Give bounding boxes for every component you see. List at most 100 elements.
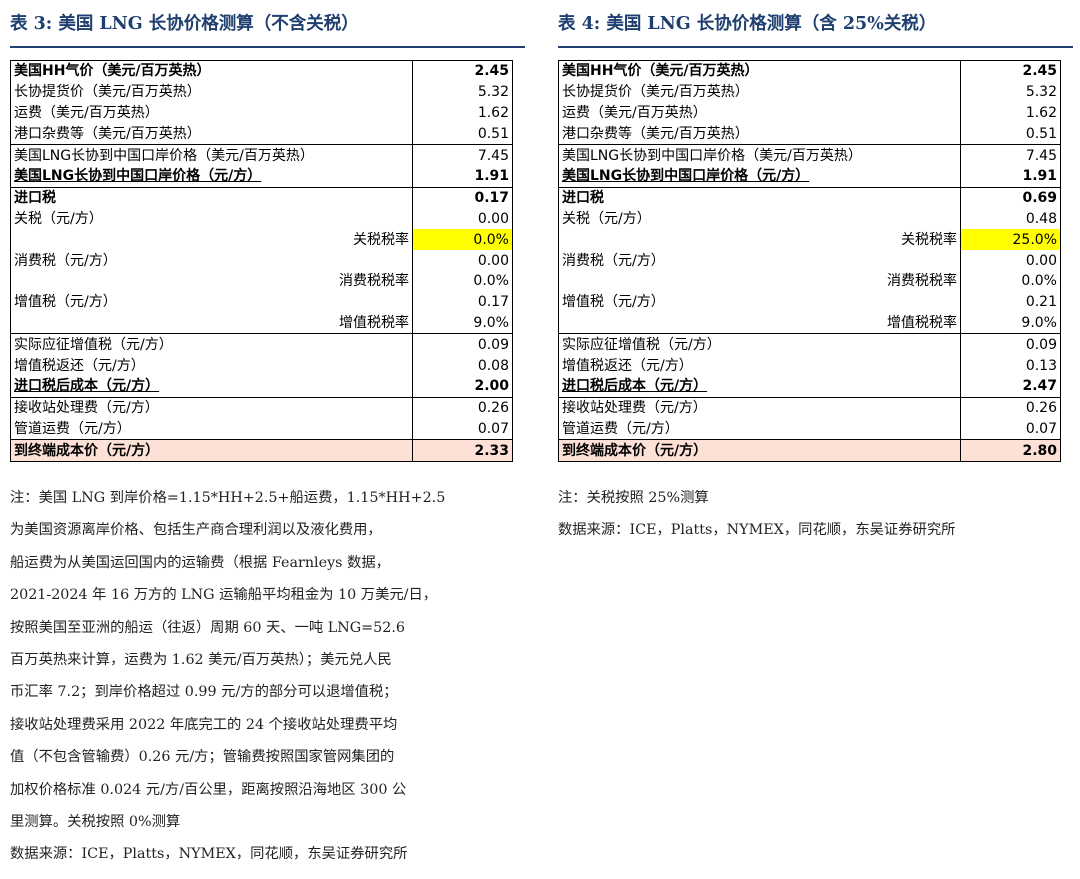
row-label: 美国LNG长协到中国口岸价格（美元/百万英热） <box>10 144 413 166</box>
row-value: 0.00 <box>412 208 513 230</box>
title-rule <box>10 46 525 48</box>
note-line: 值（不包含管输费）0.26 元/方；管输费按照国家管网集团的 <box>10 749 395 766</box>
row-label: 接收站处理费（元/方） <box>558 396 961 419</box>
table-row: 关税（元/方） 0.48 <box>558 208 1061 230</box>
table-4-notes: 注：关税按照 25%测算 数据来源：ICE，Platts，NYMEX，同花顺，东… <box>558 482 1063 547</box>
row-label: 管道运费（元/方） <box>558 418 961 440</box>
row-value: 0.00 <box>412 250 513 271</box>
row-label: 美国LNG长协到中国口岸价格（美元/百万英热） <box>558 144 961 166</box>
table-row: 进口税后成本（元/方） 2.00 <box>10 375 513 398</box>
table-row: 增值税（元/方） 0.17 <box>10 291 513 313</box>
table-row: 关税税率 25.0% <box>558 229 1061 251</box>
table-row: 进口税 0.69 <box>558 186 1061 209</box>
row-value: 2.45 <box>960 59 1061 82</box>
table-row: 消费税税率 0.0% <box>10 270 513 292</box>
table-row: 港口杂费等（美元/百万英热） 0.51 <box>558 123 1061 145</box>
row-value: 0.17 <box>412 291 513 313</box>
table-row: 美国HH气价（美元/百万英热） 2.45 <box>558 59 1061 82</box>
row-value: 1.62 <box>412 102 513 124</box>
row-label: 消费税（元/方） <box>558 250 961 271</box>
title-rule <box>558 46 1073 48</box>
row-label: 管道运费（元/方） <box>10 418 413 440</box>
row-label: 关税税率 <box>558 229 961 251</box>
table-row: 消费税（元/方） 0.00 <box>10 250 513 271</box>
row-value: 2.45 <box>412 59 513 82</box>
row-label: 进口税后成本（元/方） <box>10 375 413 398</box>
row-label: 增值税返还（元/方） <box>10 355 413 376</box>
row-value: 0.13 <box>960 355 1061 376</box>
table-4-title: 表 4: 美国 LNG 长协价格测算（含 25%关税） <box>558 14 937 34</box>
row-label: 消费税税率 <box>558 270 961 292</box>
row-label: 港口杂费等（美元/百万英热） <box>10 123 413 145</box>
row-value: 0.09 <box>960 333 1061 356</box>
row-value: 7.45 <box>960 144 1061 166</box>
row-label: 关税（元/方） <box>10 208 413 230</box>
table-3-title: 表 3: 美国 LNG 长协价格测算（不含关税） <box>10 14 359 34</box>
note-line: 加权价格标准 0.024 元/方/百公里，距离按照沿海地区 300 公 <box>10 781 407 798</box>
table-row: 长协提货价（美元/百万英热） 5.32 <box>558 81 1061 103</box>
table-row: 增值税税率 9.0% <box>10 312 513 334</box>
row-label: 增值税返还（元/方） <box>558 355 961 376</box>
row-label: 到终端成本价（元/方） <box>558 439 961 463</box>
row-value: 2.47 <box>960 375 1061 398</box>
source-line: 数据来源：ICE，Platts，NYMEX，同花顺，东吴证券研究所 <box>558 522 956 539</box>
row-value: 0.07 <box>960 418 1061 440</box>
row-label: 美国HH气价（美元/百万英热） <box>10 59 413 82</box>
row-value: 5.32 <box>412 81 513 103</box>
table-row: 美国LNG长协到中国口岸价格（元/方） 1.91 <box>558 165 1061 188</box>
table-row: 增值税（元/方） 0.21 <box>558 291 1061 313</box>
row-label: 实际应征增值税（元/方） <box>10 333 413 356</box>
row-value: 5.32 <box>960 81 1061 103</box>
row-value: 0.17 <box>412 186 513 209</box>
table-row: 消费税税率 0.0% <box>558 270 1061 292</box>
row-value: 0.21 <box>960 291 1061 313</box>
note-line: 为美国资源离岸价格、包括生产商合理利润以及液化费用， <box>10 522 382 539</box>
row-label: 消费税税率 <box>10 270 413 292</box>
table-row: 到终端成本价（元/方） 2.33 <box>10 439 513 463</box>
note-line: 接收站处理费采用 2022 年底完工的 24 个接收站处理费平均 <box>10 716 398 733</box>
row-value: 0.0% <box>412 270 513 292</box>
row-label: 长协提货价（美元/百万英热） <box>10 81 413 103</box>
table-row: 港口杂费等（美元/百万英热） 0.51 <box>10 123 513 145</box>
row-label: 美国HH气价（美元/百万英热） <box>558 59 961 82</box>
row-value: 9.0% <box>960 312 1061 334</box>
row-value: 0.09 <box>412 333 513 356</box>
row-value: 0.0% <box>412 229 513 251</box>
table-row: 增值税税率 9.0% <box>558 312 1061 334</box>
row-label: 增值税税率 <box>558 312 961 334</box>
row-value: 0.00 <box>960 250 1061 271</box>
row-value: 0.26 <box>412 396 513 419</box>
row-label: 运费（美元/百万英热） <box>558 102 961 124</box>
table-row: 管道运费（元/方） 0.07 <box>10 418 513 440</box>
row-label: 关税税率 <box>10 229 413 251</box>
table-row: 长协提货价（美元/百万英热） 5.32 <box>10 81 513 103</box>
table-row: 美国LNG长协到中国口岸价格（美元/百万英热） 7.45 <box>558 144 1061 166</box>
table-row: 进口税 0.17 <box>10 186 513 209</box>
row-value: 1.62 <box>960 102 1061 124</box>
note-line: 币汇率 7.2；到岸价格超过 0.99 元/方的部分可以退增值税； <box>10 684 398 701</box>
table-row: 关税（元/方） 0.00 <box>10 208 513 230</box>
row-label: 进口税 <box>558 186 961 209</box>
table-row: 增值税返还（元/方） 0.08 <box>10 355 513 376</box>
table-row: 到终端成本价（元/方） 2.80 <box>558 439 1061 463</box>
note-line: 按照美国至亚洲的船运（往返）周期 60 天、一吨 LNG=52.6 <box>10 619 405 636</box>
row-label: 长协提货价（美元/百万英热） <box>558 81 961 103</box>
table-row: 美国HH气价（美元/百万英热） 2.45 <box>10 59 513 82</box>
table-3-notes: 注：美国 LNG 到岸价格=1.15*HH+2.5+船运费，1.15*HH+2.… <box>10 482 515 871</box>
row-value: 9.0% <box>412 312 513 334</box>
row-label: 关税（元/方） <box>558 208 961 230</box>
row-value: 0.48 <box>960 208 1061 230</box>
table-row: 美国LNG长协到中国口岸价格（元/方） 1.91 <box>10 165 513 188</box>
row-label: 增值税税率 <box>10 312 413 334</box>
row-label: 进口税 <box>10 186 413 209</box>
row-value: 0.0% <box>960 270 1061 292</box>
table-row: 消费税（元/方） 0.00 <box>558 250 1061 271</box>
source-line: 数据来源：ICE，Platts，NYMEX，同花顺，东吴证券研究所 <box>10 846 408 863</box>
row-value: 25.0% <box>960 229 1061 251</box>
row-value: 0.69 <box>960 186 1061 209</box>
note-line: 百万英热来计算，运费为 1.62 美元/百万英热）；美元兑人民 <box>10 652 392 669</box>
table-row: 运费（美元/百万英热） 1.62 <box>558 102 1061 124</box>
table-row: 增值税返还（元/方） 0.13 <box>558 355 1061 376</box>
row-value: 2.33 <box>412 439 513 463</box>
row-value: 1.91 <box>960 165 1061 188</box>
